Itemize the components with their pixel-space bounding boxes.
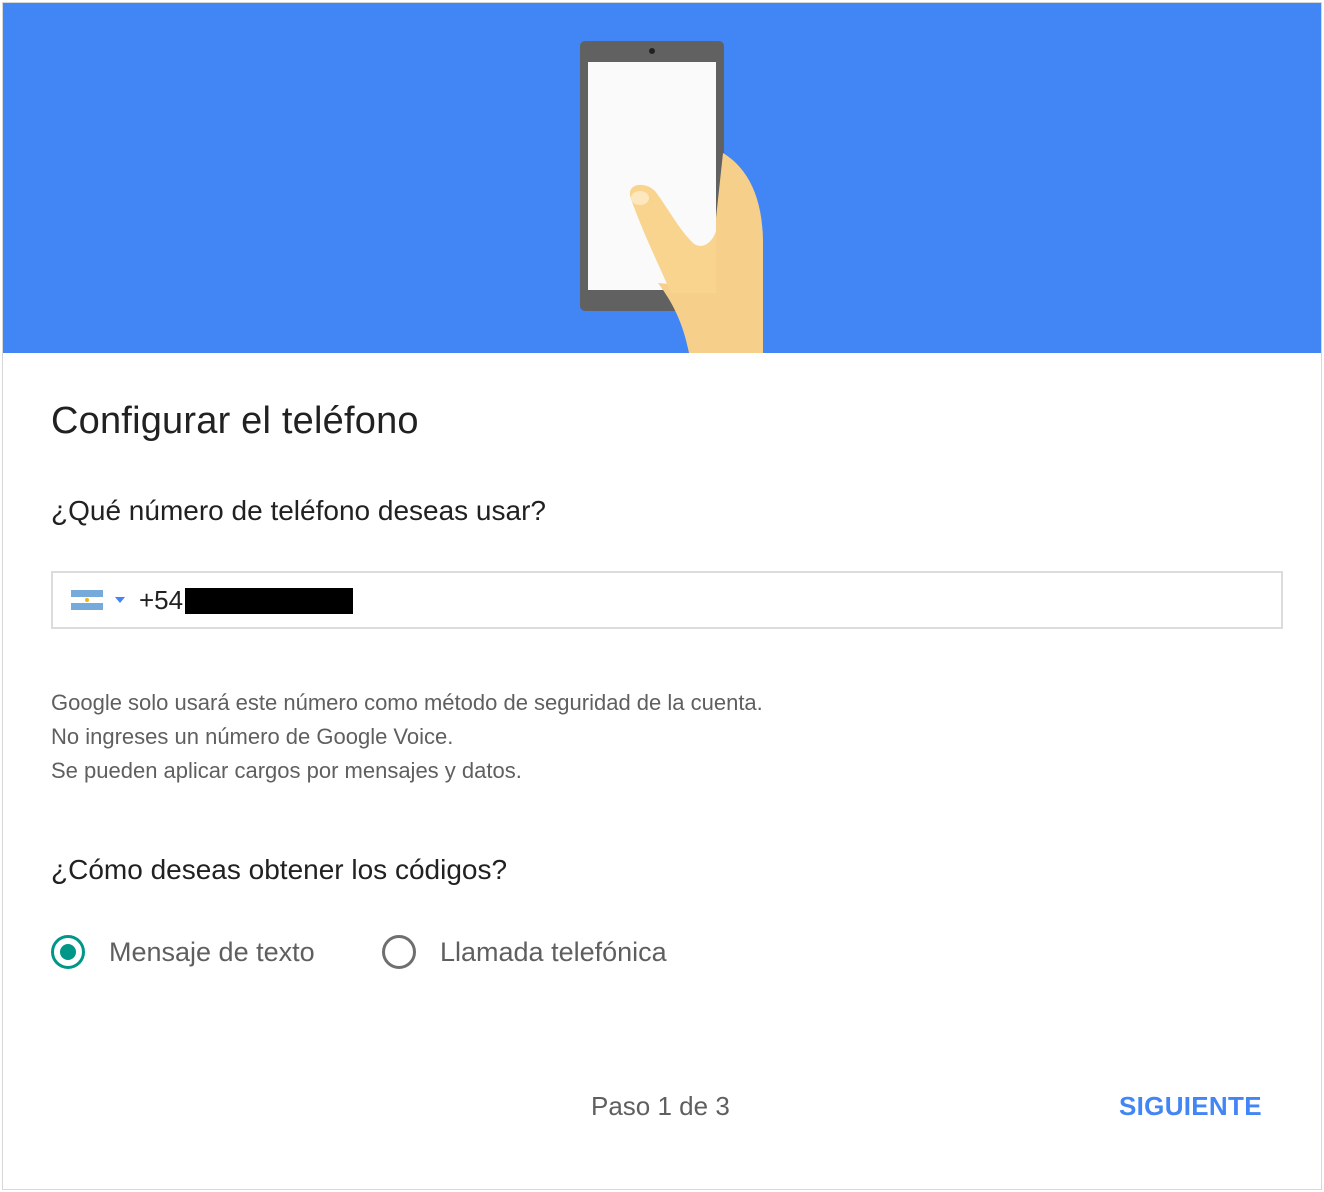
phone-question: ¿Qué número de teléfono deseas usar? <box>51 495 546 526</box>
phone-number-field[interactable]: +54 <box>51 571 1283 629</box>
page-title: Configurar el teléfono <box>51 400 419 442</box>
radio-checked-icon[interactable] <box>51 935 85 969</box>
info-line: Se pueden aplicar cargos por mensajes y … <box>51 758 522 783</box>
flag-sun <box>85 598 89 602</box>
thumb-nail <box>631 191 649 205</box>
phone-number-input[interactable]: +54 <box>139 584 183 616</box>
redacted-phone-digits <box>185 588 353 614</box>
info-line: No ingreses un número de Google Voice. <box>51 724 454 749</box>
argentina-flag-icon[interactable] <box>71 590 103 610</box>
flag-stripe-top <box>71 590 103 597</box>
codes-question: ¿Cómo deseas obtener los códigos? <box>51 854 508 885</box>
phone-camera <box>649 48 655 54</box>
radio-dot <box>60 944 76 960</box>
setup-phone-card: Configurar el teléfono ¿Qué número de te… <box>2 2 1322 1190</box>
step-indicator: Paso 1 de 3 <box>591 1091 730 1121</box>
next-button[interactable]: SIGUIENTE <box>1107 1083 1274 1129</box>
radio-label[interactable]: Mensaje de texto <box>109 937 315 968</box>
radio-label[interactable]: Llamada telefónica <box>440 937 667 968</box>
flag-stripe-bottom <box>71 603 103 610</box>
info-text: Google solo usará este número como métod… <box>51 686 763 788</box>
country-dropdown-caret-icon[interactable] <box>115 597 125 603</box>
banner <box>3 3 1321 353</box>
radio-text-message[interactable]: Mensaje de texto <box>51 931 315 973</box>
info-line: Google solo usará este número como métod… <box>51 690 763 715</box>
hand-holding-phone-illustration <box>580 41 763 353</box>
radio-phone-call[interactable]: Llamada telefónica <box>382 931 667 973</box>
radio-unchecked-icon[interactable] <box>382 935 416 969</box>
